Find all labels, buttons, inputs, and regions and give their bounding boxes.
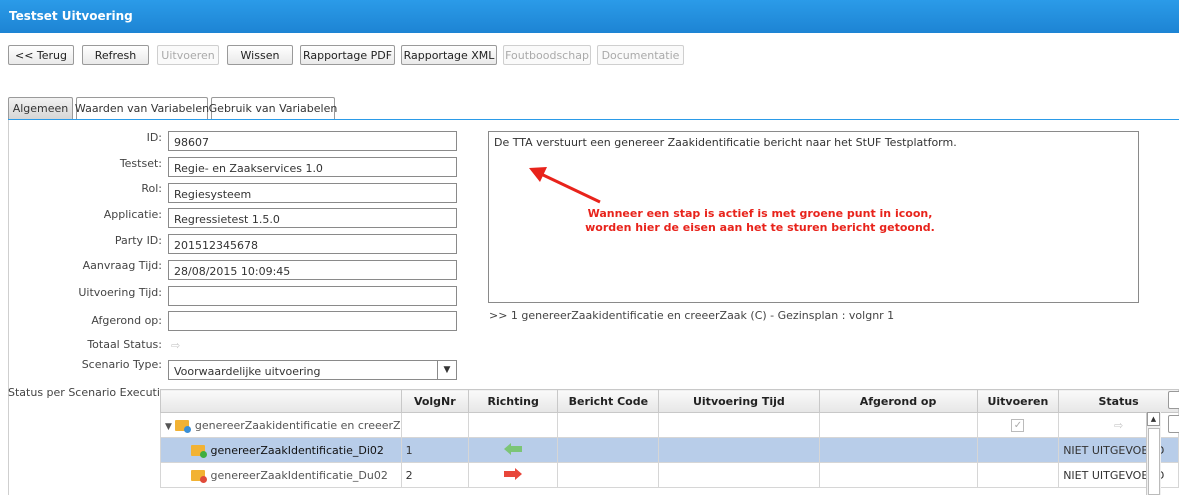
table-row[interactable]: genereerZaakIdentificatie_Du02 2 NIET UI…	[160, 462, 1179, 488]
row-name: genereerZaakidentificatie en creeerZ	[194, 418, 401, 432]
refresh-button[interactable]: Refresh	[82, 45, 149, 65]
row-name: genereerZaakIdentificatie_Di02	[210, 443, 384, 457]
tab-gebruik-van-variabelen[interactable]: Gebruik van Variabelen	[209, 97, 337, 119]
folder-icon	[191, 469, 207, 483]
back-button[interactable]: << Terug	[8, 45, 74, 65]
tab-algemeen[interactable]: Algemeen	[8, 97, 73, 119]
uitvoering-tijd-label: Uitvoering Tijd:	[78, 286, 162, 299]
scenario-type-value: Voorwaardelijke uitvoering	[174, 365, 321, 378]
scenario-type-select[interactable]: Voorwaardelijke uitvoering ▼	[168, 360, 457, 380]
rol-field[interactable]: Regiesysteem	[168, 183, 457, 203]
scroll-up-icon[interactable]: ▲	[1147, 412, 1160, 426]
checkbox-checked-icon[interactable]: ✓	[1011, 419, 1025, 432]
col-header-richting[interactable]: Richting	[468, 389, 559, 413]
window-title: Testset Uitvoering	[9, 9, 133, 23]
testset-label: Testset:	[119, 157, 162, 170]
col-header-name[interactable]	[160, 389, 402, 413]
row-volgnr	[400, 412, 470, 438]
report-pdf-button[interactable]: Rapportage PDF	[300, 45, 395, 65]
testset-field[interactable]: Regie- en Zaakservices 1.0	[168, 157, 457, 177]
annotation-line-2: worden hier de eisen aan het te sturen b…	[585, 221, 935, 234]
expand-triangle-icon[interactable]: ▼	[165, 422, 172, 432]
aanvraag-tijd-label: Aanvraag Tijd:	[82, 259, 162, 272]
col-header-bericht-code[interactable]: Bericht Code	[557, 389, 660, 413]
party-id-label: Party ID:	[114, 234, 162, 247]
table-scrollbar[interactable]: ▲	[1146, 412, 1161, 495]
clear-button[interactable]: Wissen	[227, 45, 293, 65]
row-volgnr: 2	[400, 462, 470, 488]
tab-divider	[8, 119, 1179, 120]
col-header-volgnr[interactable]: VolgNr	[400, 389, 470, 413]
arrow-right-icon	[468, 462, 559, 488]
uitvoering-tijd-field[interactable]	[168, 286, 457, 306]
row-richting	[468, 412, 559, 438]
table-row[interactable]: ▼ genereerZaakidentificatie en creeerZ ✓…	[160, 412, 1179, 438]
col-header-uitvoeren[interactable]: Uitvoeren	[976, 389, 1060, 413]
status-per-scenario-label: Status per Scenario Executie:	[8, 386, 171, 399]
afgerond-op-label: Afgerond op:	[91, 314, 162, 327]
status-arrow-icon: ⇨	[171, 339, 181, 352]
scenario-type-label: Scenario Type:	[81, 358, 162, 371]
id-label: ID:	[146, 131, 162, 144]
party-id-field[interactable]: 201512345678	[168, 234, 457, 254]
side-button-2[interactable]	[1168, 415, 1179, 433]
col-header-afgerond-op[interactable]: Afgerond op	[818, 389, 978, 413]
id-field[interactable]: 98607	[168, 131, 457, 151]
description-text: De TTA verstuurt een genereer Zaakidenti…	[494, 136, 957, 149]
col-header-uitvoering-tijd[interactable]: Uitvoering Tijd	[658, 389, 820, 413]
totaal-status-label: Totaal Status:	[87, 338, 162, 351]
side-button-1[interactable]	[1168, 391, 1179, 409]
table-row[interactable]: genereerZaakIdentificatie_Di02 1 NIET UI…	[160, 437, 1179, 463]
scrollbar-thumb[interactable]	[1148, 428, 1160, 495]
panel-border	[8, 120, 9, 495]
row-name: genereerZaakIdentificatie_Du02	[210, 468, 388, 482]
col-header-status[interactable]: Status	[1058, 389, 1179, 413]
annotation-line-1: Wanneer een stap is actief is met groene…	[587, 207, 933, 220]
applicatie-field[interactable]: Regressietest 1.5.0	[168, 208, 457, 228]
report-xml-button[interactable]: Rapportage XML	[401, 45, 497, 65]
table-header-row: VolgNr Richting Bericht Code Uitvoering …	[160, 389, 1179, 413]
step-info: >> 1 genereerZaakidentificatie en creeer…	[489, 309, 895, 322]
documentation-button[interactable]: Documentatie	[597, 45, 684, 65]
execute-checkbox[interactable]: ✓	[976, 412, 1060, 438]
execute-button[interactable]: Uitvoeren	[157, 45, 219, 65]
folder-icon	[191, 444, 207, 458]
scenario-status-table: VolgNr Richting Bericht Code Uitvoering …	[160, 389, 1179, 488]
aanvraag-tijd-field[interactable]: 28/08/2015 10:09:45	[168, 260, 457, 280]
folder-icon	[175, 419, 192, 433]
rol-label: Rol:	[141, 182, 162, 195]
afgerond-op-field[interactable]	[168, 311, 457, 331]
window-titlebar: Testset Uitvoering	[0, 0, 1179, 33]
annotation-text: Wanneer een stap is actief is met groene…	[560, 207, 960, 235]
error-message-button[interactable]: Foutboodschap	[503, 45, 591, 65]
chevron-down-icon[interactable]: ▼	[437, 361, 456, 379]
annotation-arrow-icon	[529, 167, 601, 204]
tab-waarden-van-variabelen[interactable]: Waarden van Variabelen	[75, 97, 209, 119]
arrow-left-icon	[468, 437, 559, 463]
applicatie-label: Applicatie:	[103, 208, 162, 221]
row-volgnr: 1	[400, 437, 470, 463]
